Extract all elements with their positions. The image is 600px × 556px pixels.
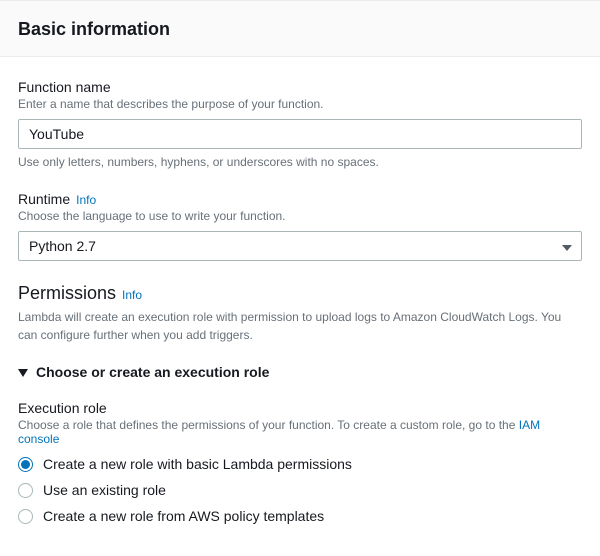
radio-label: Create a new role from AWS policy templa… xyxy=(43,508,324,524)
radio-icon xyxy=(18,509,33,524)
execution-role-radio-group: Create a new role with basic Lambda perm… xyxy=(18,456,582,524)
radio-option-policy-template[interactable]: Create a new role from AWS policy templa… xyxy=(18,508,582,524)
panel-body: Function name Enter a name that describe… xyxy=(0,57,600,556)
function-name-field: Function name Enter a name that describe… xyxy=(18,79,582,169)
radio-label: Use an existing role xyxy=(43,482,166,498)
permissions-info-link[interactable]: Info xyxy=(122,288,142,302)
execution-role-desc-text: Choose a role that defines the permissio… xyxy=(18,418,519,432)
runtime-desc: Choose the language to use to write your… xyxy=(18,209,582,223)
radio-option-existing-role[interactable]: Use an existing role xyxy=(18,482,582,498)
runtime-select[interactable]: Python 2.7 xyxy=(18,231,582,261)
runtime-label: Runtime xyxy=(18,191,70,207)
radio-option-new-role[interactable]: Create a new role with basic Lambda perm… xyxy=(18,456,582,472)
runtime-info-link[interactable]: Info xyxy=(76,193,96,207)
triangle-down-icon xyxy=(18,364,28,380)
function-name-label: Function name xyxy=(18,79,582,95)
page-title: Basic information xyxy=(18,19,582,40)
execution-role-expander[interactable]: Choose or create an execution role xyxy=(18,364,582,380)
execution-role-desc: Choose a role that defines the permissio… xyxy=(18,418,582,446)
permissions-desc: Lambda will create an execution role wit… xyxy=(18,308,582,344)
execution-role-expand-label: Choose or create an execution role xyxy=(36,364,269,380)
permissions-section: Permissions Info Lambda will create an e… xyxy=(18,283,582,524)
radio-label: Create a new role with basic Lambda perm… xyxy=(43,456,352,472)
function-name-help: Use only letters, numbers, hyphens, or u… xyxy=(18,155,582,169)
function-name-input[interactable] xyxy=(18,119,582,149)
execution-role-label: Execution role xyxy=(18,400,582,416)
panel-header: Basic information xyxy=(0,0,600,57)
radio-icon xyxy=(18,483,33,498)
function-name-desc: Enter a name that describes the purpose … xyxy=(18,97,582,111)
permissions-title: Permissions xyxy=(18,283,116,304)
radio-icon xyxy=(18,457,33,472)
runtime-field: Runtime Info Choose the language to use … xyxy=(18,191,582,261)
